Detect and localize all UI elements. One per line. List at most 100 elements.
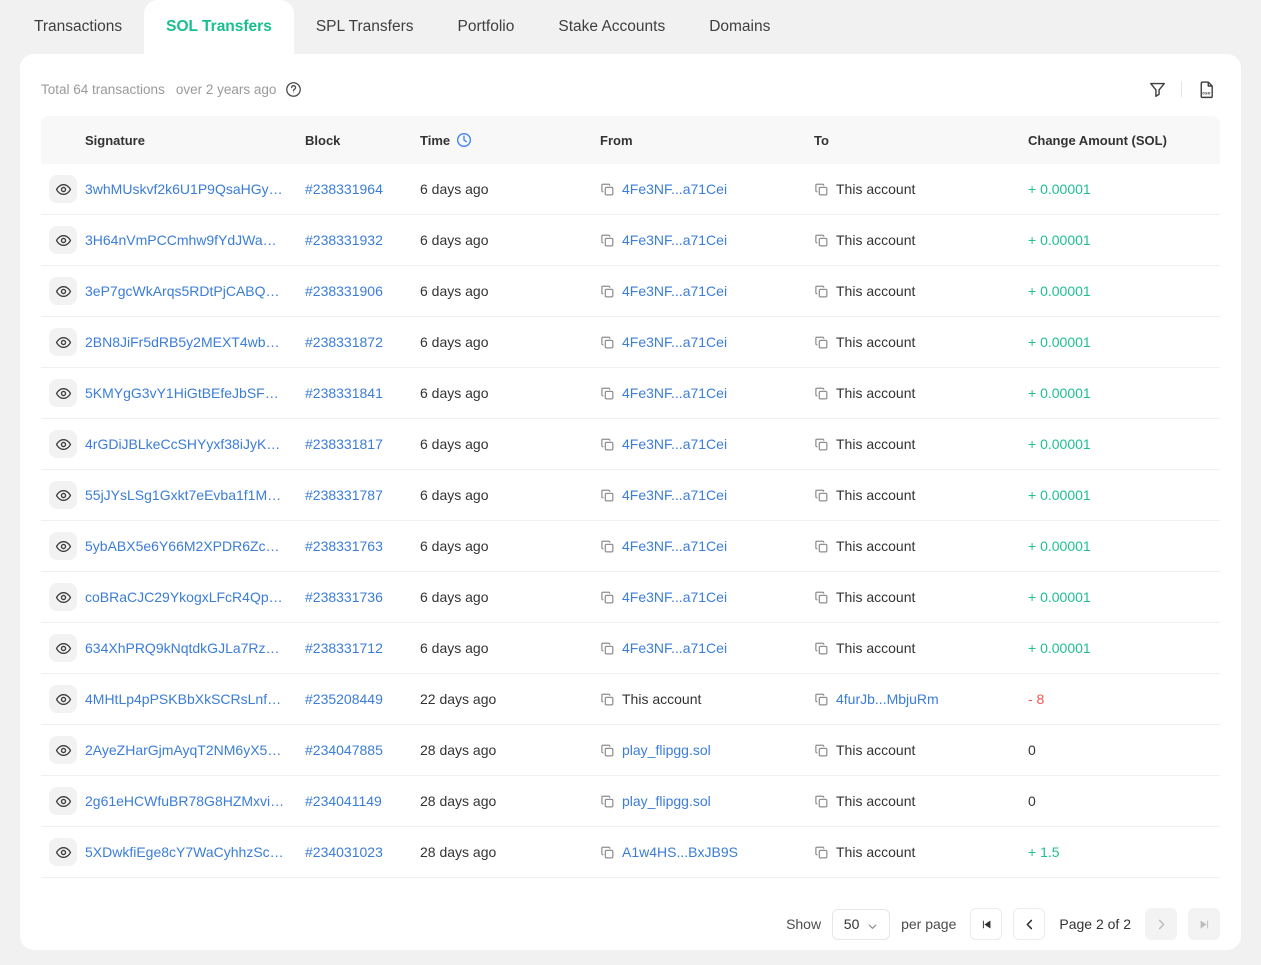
- to-address[interactable]: This account: [836, 385, 915, 401]
- last-page-button[interactable]: [1188, 908, 1220, 940]
- copy-to-address-icon[interactable]: [814, 794, 829, 809]
- from-address[interactable]: 4Fe3NF...a71Cei: [622, 538, 727, 554]
- preview-transaction-eye-icon[interactable]: [49, 532, 77, 560]
- copy-from-address-icon[interactable]: [600, 743, 615, 758]
- signature-link[interactable]: 2AyeZHarGjmAyqT2NM6yX5…: [85, 742, 305, 758]
- block-link[interactable]: #238331932: [305, 232, 420, 248]
- block-link[interactable]: #238331787: [305, 487, 420, 503]
- block-link[interactable]: #235208449: [305, 691, 420, 707]
- tab-stake-accounts[interactable]: Stake Accounts: [536, 0, 687, 54]
- copy-to-address-icon[interactable]: [814, 488, 829, 503]
- to-address[interactable]: This account: [836, 793, 915, 809]
- copy-from-address-icon[interactable]: [600, 488, 615, 503]
- tab-portfolio[interactable]: Portfolio: [435, 0, 536, 54]
- signature-link[interactable]: coBRaCJC29YkogxLFcR4Qp…: [85, 589, 305, 605]
- next-page-button[interactable]: [1145, 908, 1177, 940]
- copy-to-address-icon[interactable]: [814, 590, 829, 605]
- filter-icon[interactable]: [1146, 78, 1168, 100]
- help-icon[interactable]: [285, 81, 302, 98]
- from-address[interactable]: play_flipgg.sol: [622, 742, 711, 758]
- preview-transaction-eye-icon[interactable]: [49, 379, 77, 407]
- from-address[interactable]: 4Fe3NF...a71Cei: [622, 232, 727, 248]
- signature-link[interactable]: 2g61eHCWfuBR78G8HZMxvi…: [85, 793, 305, 809]
- signature-link[interactable]: 3whMUskvf2k6U1P9QsaHGy…: [85, 181, 305, 197]
- copy-from-address-icon[interactable]: [600, 335, 615, 350]
- from-address[interactable]: 4Fe3NF...a71Cei: [622, 283, 727, 299]
- copy-to-address-icon[interactable]: [814, 284, 829, 299]
- from-address[interactable]: 4Fe3NF...a71Cei: [622, 436, 727, 452]
- copy-from-address-icon[interactable]: [600, 692, 615, 707]
- preview-transaction-eye-icon[interactable]: [49, 175, 77, 203]
- block-link[interactable]: #234041149: [305, 793, 420, 809]
- signature-link[interactable]: 634XhPRQ9kNqtdkGJLa7Rz…: [85, 640, 305, 656]
- copy-from-address-icon[interactable]: [600, 845, 615, 860]
- tab-sol-transfers[interactable]: SOL Transfers: [144, 0, 294, 54]
- from-address[interactable]: 4Fe3NF...a71Cei: [622, 181, 727, 197]
- copy-to-address-icon[interactable]: [814, 692, 829, 707]
- copy-to-address-icon[interactable]: [814, 386, 829, 401]
- to-address[interactable]: This account: [836, 640, 915, 656]
- block-link[interactable]: #234047885: [305, 742, 420, 758]
- copy-to-address-icon[interactable]: [814, 437, 829, 452]
- to-address[interactable]: This account: [836, 283, 915, 299]
- copy-from-address-icon[interactable]: [600, 386, 615, 401]
- block-link[interactable]: #238331736: [305, 589, 420, 605]
- copy-to-address-icon[interactable]: [814, 743, 829, 758]
- preview-transaction-eye-icon[interactable]: [49, 328, 77, 356]
- copy-to-address-icon[interactable]: [814, 845, 829, 860]
- from-address[interactable]: This account: [622, 691, 701, 707]
- from-address[interactable]: play_flipgg.sol: [622, 793, 711, 809]
- from-address[interactable]: 4Fe3NF...a71Cei: [622, 487, 727, 503]
- signature-link[interactable]: 5KMYgG3vY1HiGtBEfeJbSF…: [85, 385, 305, 401]
- preview-transaction-eye-icon[interactable]: [49, 277, 77, 305]
- block-link[interactable]: #238331964: [305, 181, 420, 197]
- from-address[interactable]: 4Fe3NF...a71Cei: [622, 334, 727, 350]
- block-link[interactable]: #238331763: [305, 538, 420, 554]
- to-address[interactable]: This account: [836, 334, 915, 350]
- signature-link[interactable]: 4MHtLp4pPSKBbXkSCRsLnf…: [85, 691, 305, 707]
- copy-to-address-icon[interactable]: [814, 641, 829, 656]
- preview-transaction-eye-icon[interactable]: [49, 226, 77, 254]
- copy-from-address-icon[interactable]: [600, 233, 615, 248]
- signature-link[interactable]: 2BN8JiFr5dRB5y2MEXT4wb…: [85, 334, 305, 350]
- preview-transaction-eye-icon[interactable]: [49, 481, 77, 509]
- to-address[interactable]: This account: [836, 487, 915, 503]
- signature-link[interactable]: 3eP7gcWkArqs5RDtPjCABQ…: [85, 283, 305, 299]
- first-page-button[interactable]: [970, 908, 1002, 940]
- copy-from-address-icon[interactable]: [600, 641, 615, 656]
- from-address[interactable]: 4Fe3NF...a71Cei: [622, 640, 727, 656]
- to-address[interactable]: This account: [836, 538, 915, 554]
- copy-from-address-icon[interactable]: [600, 437, 615, 452]
- preview-transaction-eye-icon[interactable]: [49, 736, 77, 764]
- block-link[interactable]: #234031023: [305, 844, 420, 860]
- to-address[interactable]: This account: [836, 181, 915, 197]
- copy-to-address-icon[interactable]: [814, 539, 829, 554]
- copy-from-address-icon[interactable]: [600, 794, 615, 809]
- preview-transaction-eye-icon[interactable]: [49, 787, 77, 815]
- block-link[interactable]: #238331817: [305, 436, 420, 452]
- copy-to-address-icon[interactable]: [814, 182, 829, 197]
- copy-from-address-icon[interactable]: [600, 284, 615, 299]
- to-address[interactable]: 4furJb...MbjuRm: [836, 691, 939, 707]
- preview-transaction-eye-icon[interactable]: [49, 583, 77, 611]
- copy-to-address-icon[interactable]: [814, 335, 829, 350]
- copy-from-address-icon[interactable]: [600, 539, 615, 554]
- signature-link[interactable]: 5ybABX5e6Y66M2XPDR6Zc…: [85, 538, 305, 554]
- time-format-toggle-clock-icon[interactable]: [456, 132, 472, 148]
- to-address[interactable]: This account: [836, 742, 915, 758]
- copy-from-address-icon[interactable]: [600, 590, 615, 605]
- to-address[interactable]: This account: [836, 436, 915, 452]
- preview-transaction-eye-icon[interactable]: [49, 634, 77, 662]
- previous-page-button[interactable]: [1013, 908, 1045, 940]
- page-size-select[interactable]: 50: [832, 909, 890, 940]
- signature-link[interactable]: 5XDwkfiEge8cY7WaCyhhzSc…: [85, 844, 305, 860]
- export-csv-icon[interactable]: csv: [1195, 78, 1217, 100]
- copy-to-address-icon[interactable]: [814, 233, 829, 248]
- tab-transactions[interactable]: Transactions: [12, 0, 144, 54]
- preview-transaction-eye-icon[interactable]: [49, 838, 77, 866]
- to-address[interactable]: This account: [836, 232, 915, 248]
- from-address[interactable]: A1w4HS...BxJB9S: [622, 844, 738, 860]
- tab-spl-transfers[interactable]: SPL Transfers: [294, 0, 436, 54]
- signature-link[interactable]: 3H64nVmPCCmhw9fYdJWa…: [85, 232, 305, 248]
- to-address[interactable]: This account: [836, 844, 915, 860]
